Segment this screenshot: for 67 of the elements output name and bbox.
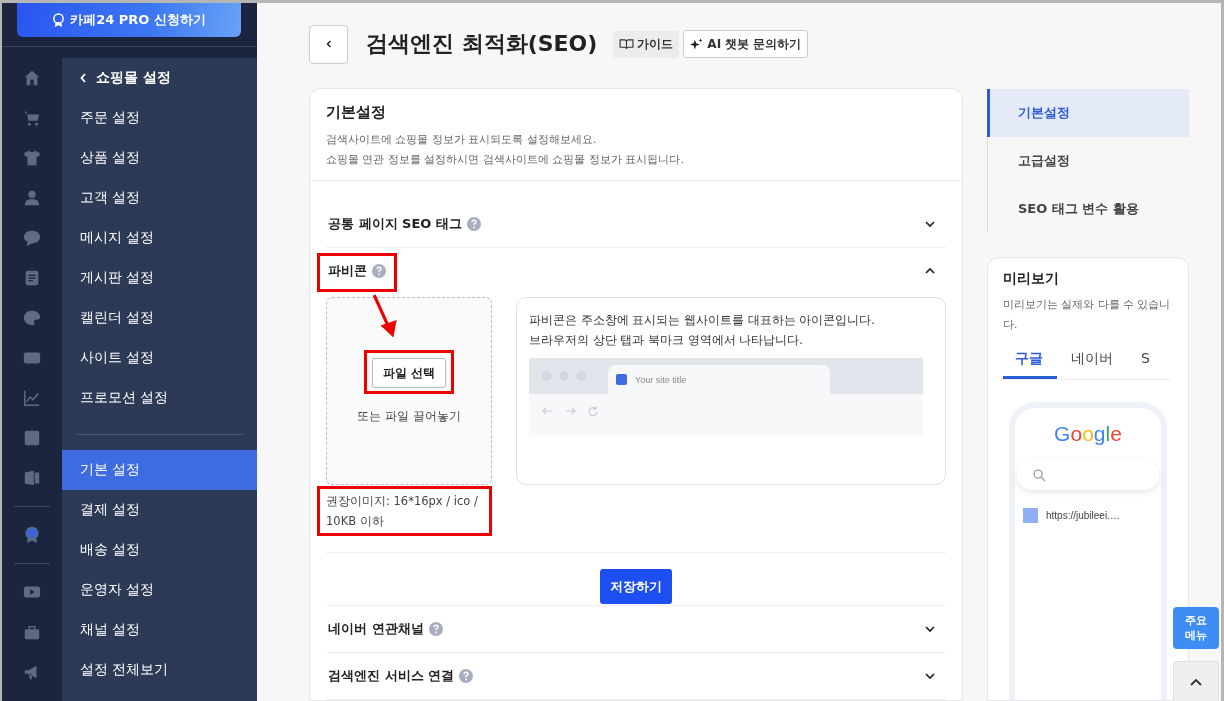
sidebar-menu-item[interactable]: 게시판 설정 (62, 258, 257, 298)
help-icon[interactable] (466, 217, 481, 231)
pro-upgrade-button[interactable]: 카페24 PRO 신청하기 (17, 3, 241, 37)
sidebar-menu-item[interactable]: 운영자 설정 (62, 570, 257, 610)
page-title: 검색엔진 최적화(SEO) (366, 30, 598, 58)
accordion-header[interactable]: 파비콘 (326, 248, 946, 294)
sidebar-menu-item[interactable]: 프로모션 설정 (62, 378, 257, 418)
sidebar-menu-item[interactable]: 사이트 설정 (62, 338, 257, 378)
sidebar-menu-item[interactable]: 상품 설정 (62, 138, 257, 178)
chat-bubble-icon[interactable] (23, 229, 41, 247)
sidebar-menu-item[interactable]: 주문 설정 (62, 98, 257, 138)
sidebar-menu-item[interactable]: 설정 전체보기 (62, 650, 257, 690)
award-icon[interactable] (23, 526, 41, 544)
sparkle-icon (690, 37, 704, 51)
home-icon[interactable] (23, 69, 41, 87)
back-button[interactable] (309, 24, 348, 64)
drop-hint: 또는 파일 끌어놓기 (357, 408, 461, 425)
info-text: 브라우저의 상단 탭과 북마크 영역에서 나타납니다. (529, 332, 804, 349)
book-icon (619, 38, 635, 50)
document-icon[interactable] (23, 269, 41, 287)
result-url: https://jubileei.… (1046, 510, 1120, 521)
section-nav-item[interactable]: 고급설정 (988, 137, 1189, 185)
help-icon[interactable] (372, 264, 386, 278)
shirt-icon[interactable] (23, 149, 41, 167)
recommendation-text: 권장이미지: 16*16px / ico / 10KB 이하 (326, 493, 479, 530)
medal-icon (52, 12, 66, 28)
file-select-button[interactable]: 파일 선택 (371, 358, 447, 388)
accordion-header[interactable]: 네이버 연관채널 (326, 606, 946, 652)
save-button[interactable]: 저장하기 (600, 569, 672, 604)
accordion-header[interactable]: 검색엔진 서비스 연결 (326, 653, 946, 699)
help-icon[interactable] (428, 622, 443, 636)
card-title: 기본설정 (326, 103, 387, 122)
chevron-left-icon (80, 73, 86, 83)
sidebar-menu-item[interactable]: 결제 설정 (62, 490, 257, 530)
card-description: 검색사이트에 쇼핑몰 정보가 표시되도록 설정해보세요. (326, 132, 598, 148)
file-drop-zone[interactable]: 파일 선택 또는 파일 끌어놓기 (326, 297, 492, 485)
person-icon[interactable] (23, 189, 41, 207)
sidebar-menu-item[interactable]: 고객 설정 (62, 178, 257, 218)
section-nav-item[interactable]: SEO 태그 변수 활용 (988, 185, 1189, 233)
search-logo: Google (1054, 422, 1122, 446)
info-text: 파비콘은 주소창에 표시되는 웹사이트를 대표하는 아이콘입니다. (529, 312, 876, 329)
chevron-down-icon[interactable] (924, 623, 936, 635)
search-icon (1033, 468, 1046, 482)
preview-tab[interactable]: 구글 (1003, 344, 1057, 379)
sidebar-menu-item[interactable]: 배송 설정 (62, 530, 257, 570)
preview-description: 미리보기는 실제와 다를 수 있습니다. (1003, 297, 1172, 332)
briefcase-icon[interactable] (23, 623, 41, 641)
cart-icon[interactable] (23, 109, 41, 127)
line-chart-icon[interactable] (23, 389, 41, 407)
sidebar-menu-item[interactable]: 캘린더 설정 (62, 298, 257, 338)
chevron-down-icon[interactable] (924, 670, 936, 682)
chevron-up-icon (1189, 677, 1203, 687)
back-menu-item[interactable]: 쇼핑몰 설정 (62, 58, 257, 98)
chevron-down-icon[interactable] (924, 218, 936, 230)
help-icon[interactable] (459, 669, 474, 683)
preview-title: 미리보기 (1003, 270, 1060, 288)
guide-button[interactable]: 가이드 (613, 30, 680, 58)
sidebar-menu-item[interactable]: 메시지 설정 (62, 218, 257, 258)
sidebar-menu-item[interactable]: 기본 설정 (62, 450, 257, 490)
preview-tab[interactable]: 네이버 (1057, 344, 1127, 379)
sidebar-menu-item[interactable]: 채널 설정 (62, 610, 257, 650)
section-nav-item[interactable]: 기본설정 (987, 89, 1189, 137)
ai-chatbot-button[interactable]: AI 챗봇 문의하기 (683, 30, 809, 58)
site-favicon-icon (1023, 508, 1038, 523)
preview-tab[interactable]: S (1127, 344, 1164, 379)
accordion-header[interactable]: 공통 페이지 SEO 태그 (326, 201, 946, 247)
card-description: 쇼핑몰 연관 정보를 설정하시면 검색사이트에 쇼핑몰 정보가 표시됩니다. (326, 152, 685, 168)
